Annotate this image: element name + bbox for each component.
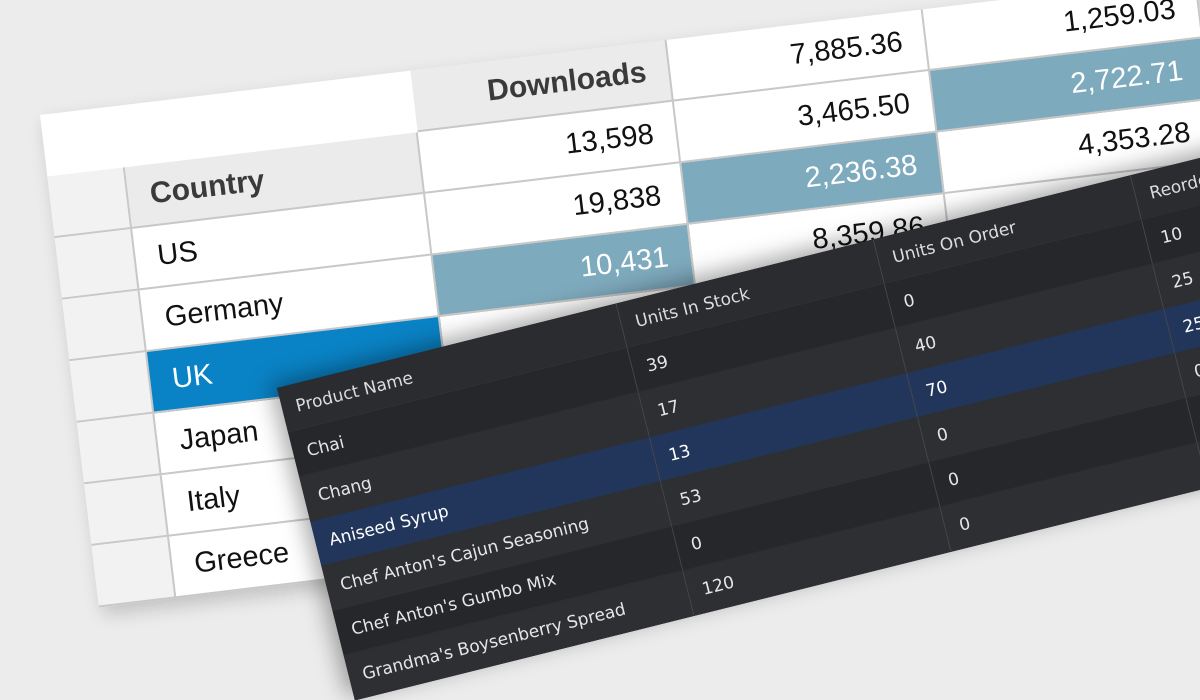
row-header[interactable] bbox=[69, 351, 155, 423]
row-header[interactable] bbox=[84, 475, 170, 546]
row-header[interactable] bbox=[47, 167, 133, 239]
row-header[interactable] bbox=[62, 290, 147, 362]
row-header[interactable] bbox=[91, 536, 177, 608]
row-header[interactable] bbox=[76, 413, 162, 485]
row-header[interactable] bbox=[40, 106, 125, 177]
row-header[interactable] bbox=[54, 228, 140, 300]
